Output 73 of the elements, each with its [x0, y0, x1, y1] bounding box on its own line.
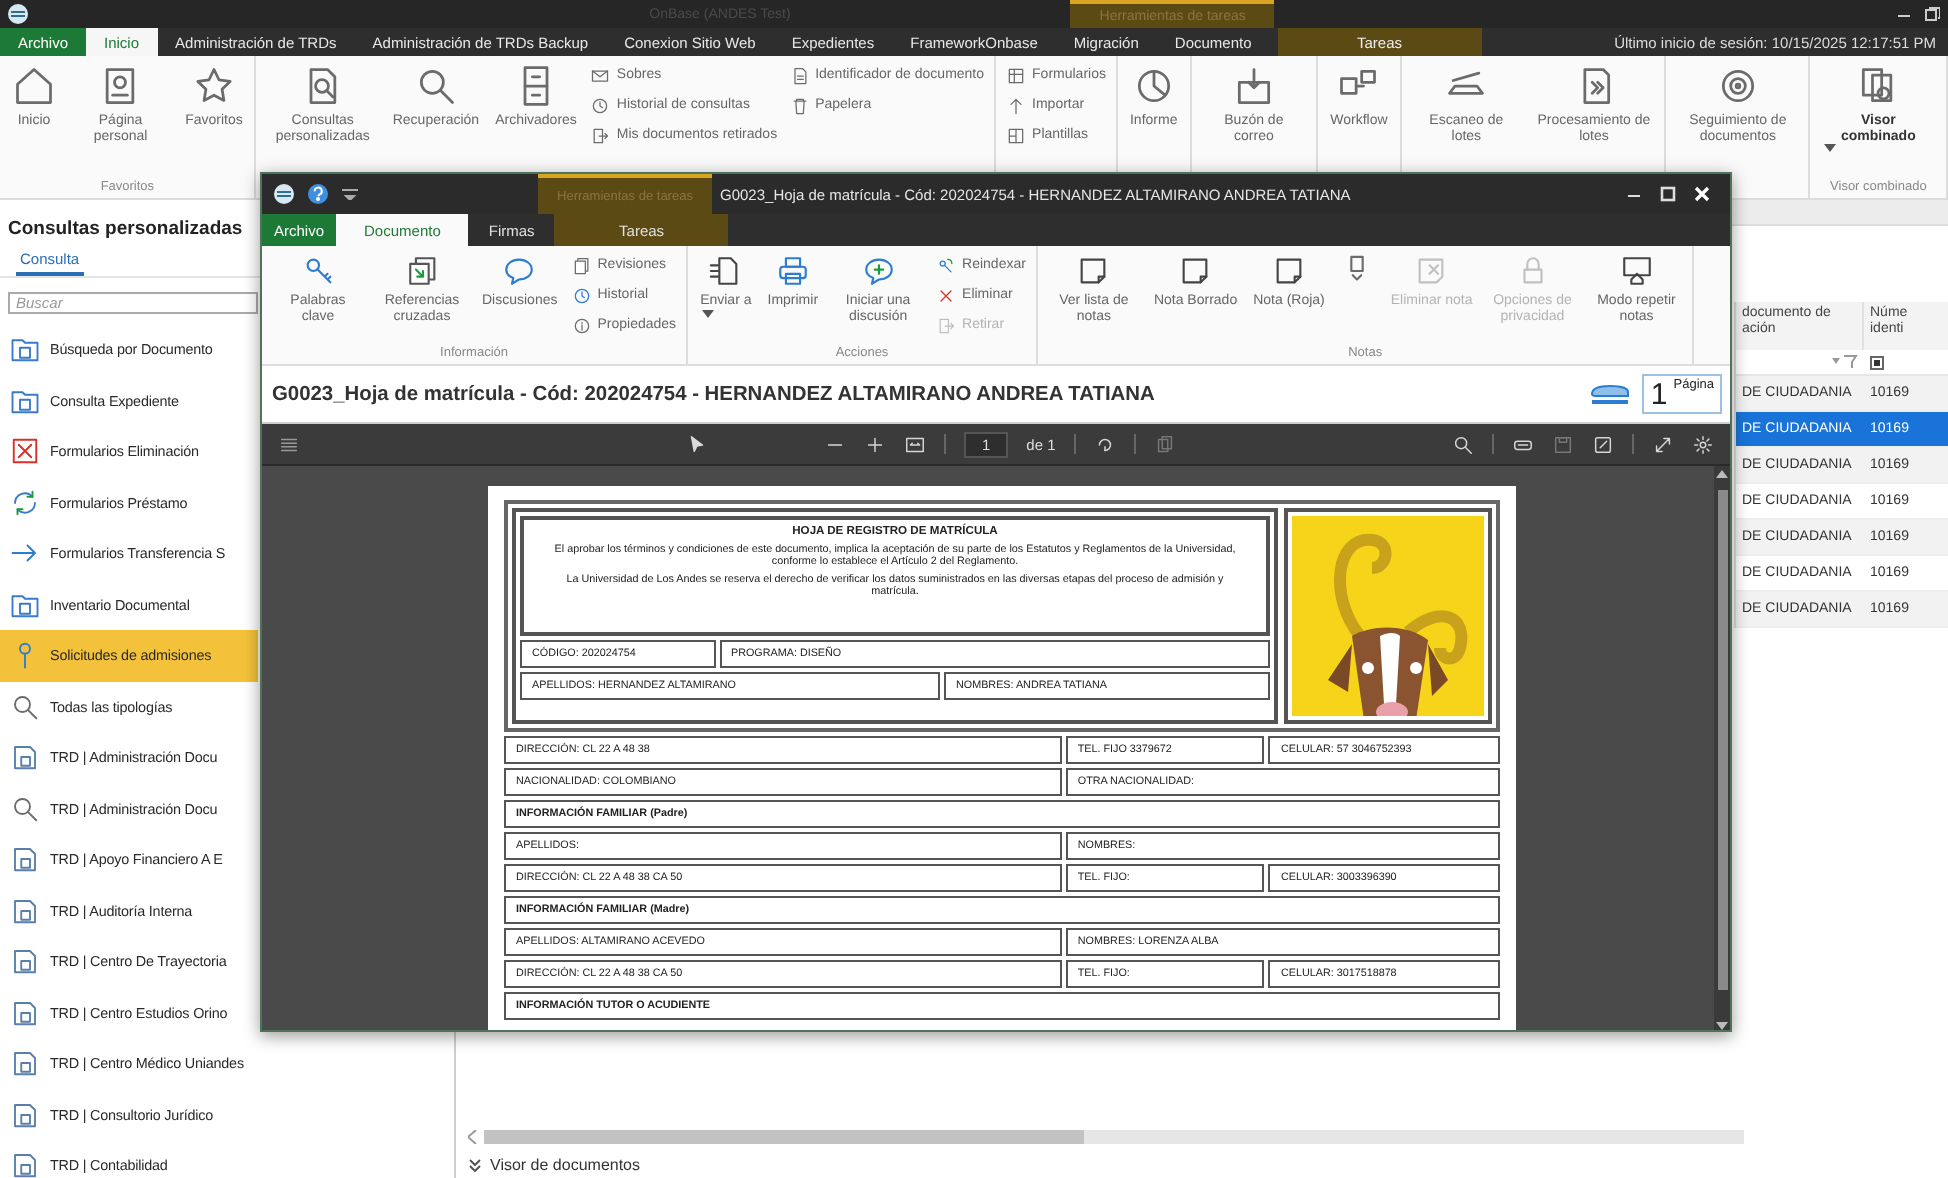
document-icon — [10, 895, 40, 926]
settings-icon — [1692, 433, 1714, 455]
stapler-icon — [1590, 382, 1631, 406]
star-icon — [191, 64, 236, 108]
search-icon — [10, 793, 40, 824]
template-icon — [1006, 125, 1027, 145]
trash-icon — [789, 95, 810, 115]
document-icon — [10, 844, 40, 875]
note-delete-icon — [1414, 254, 1449, 288]
folder-icon — [10, 385, 40, 416]
copy-icon — [1153, 433, 1176, 455]
search-icon — [10, 691, 40, 722]
printer-icon — [775, 254, 810, 288]
rotate-icon — [1093, 433, 1116, 455]
expand-icon — [1652, 433, 1674, 455]
documents-arrow-icon — [405, 254, 439, 288]
help-icon — [308, 184, 328, 204]
panel-title: Consultas personalizadas — [6, 216, 245, 244]
form-icon — [1006, 65, 1027, 85]
chevron-down-icon[interactable] — [468, 1157, 482, 1171]
document-icon — [10, 1099, 40, 1130]
annotate-icon — [1592, 433, 1614, 455]
envelope-icon — [590, 65, 611, 85]
note-icon — [1271, 254, 1306, 288]
app-logo-icon — [274, 184, 294, 204]
close-icon[interactable] — [1694, 186, 1710, 202]
key-icon — [301, 254, 335, 288]
document-icon — [10, 1048, 40, 1079]
speech-bubble-icon — [502, 254, 537, 288]
documents-icon — [571, 255, 592, 275]
folder-icon — [10, 589, 40, 620]
speech-bubble-plus-icon — [861, 254, 896, 288]
checkbox-icon — [1870, 355, 1884, 369]
document-arrow-icon — [590, 125, 611, 145]
panel-title[interactable]: Visor de documentos — [490, 1155, 641, 1173]
document-title: G0023_Hoja de matrícula - Cód: 202024754 - HERNANDEZ ALTAMIRANO ANDREA TATIANA — [272, 383, 1155, 405]
document-arrow-icon — [936, 315, 957, 335]
clock-icon — [590, 95, 611, 115]
delete-icon — [936, 285, 957, 305]
document-icon — [10, 997, 40, 1028]
send-document-icon — [708, 254, 743, 288]
page-field[interactable]: 1 $^{Página}$ — [1642, 374, 1722, 414]
keys-icon — [936, 255, 957, 275]
search-icon — [1452, 433, 1474, 455]
note-stamp-icon — [1619, 254, 1654, 288]
app-logo-icon — [8, 4, 28, 24]
folder-icon — [10, 334, 40, 365]
document-icon — [10, 946, 40, 977]
info-icon — [571, 315, 592, 335]
plus-icon — [864, 433, 886, 455]
note-icon — [1076, 254, 1111, 288]
save-icon — [1552, 433, 1574, 455]
filter-clear-icon — [1830, 354, 1858, 370]
scroll-left-icon[interactable] — [468, 1130, 478, 1144]
scrollbar[interactable] — [484, 1130, 1744, 1144]
fit-page-icon — [904, 433, 926, 455]
document-icon — [10, 1150, 40, 1178]
scroll-down-icon[interactable] — [1716, 1022, 1728, 1030]
cycle-icon — [10, 487, 40, 518]
note-icon — [1178, 254, 1213, 288]
scrollbar[interactable] — [1714, 466, 1730, 1030]
pointer-icon — [686, 433, 708, 455]
restore-icon[interactable] — [1924, 6, 1940, 22]
home-icon — [12, 64, 56, 108]
delete-box-icon — [10, 436, 40, 467]
scroll-up-icon[interactable] — [1716, 470, 1728, 478]
list-icon — [278, 433, 300, 455]
clock-icon — [571, 285, 592, 305]
document-icon — [789, 65, 810, 85]
up-arrow-icon — [1006, 95, 1027, 115]
document-icon — [10, 742, 40, 773]
maximize-icon[interactable] — [1660, 186, 1676, 202]
quick-access-icon[interactable] — [342, 188, 358, 200]
